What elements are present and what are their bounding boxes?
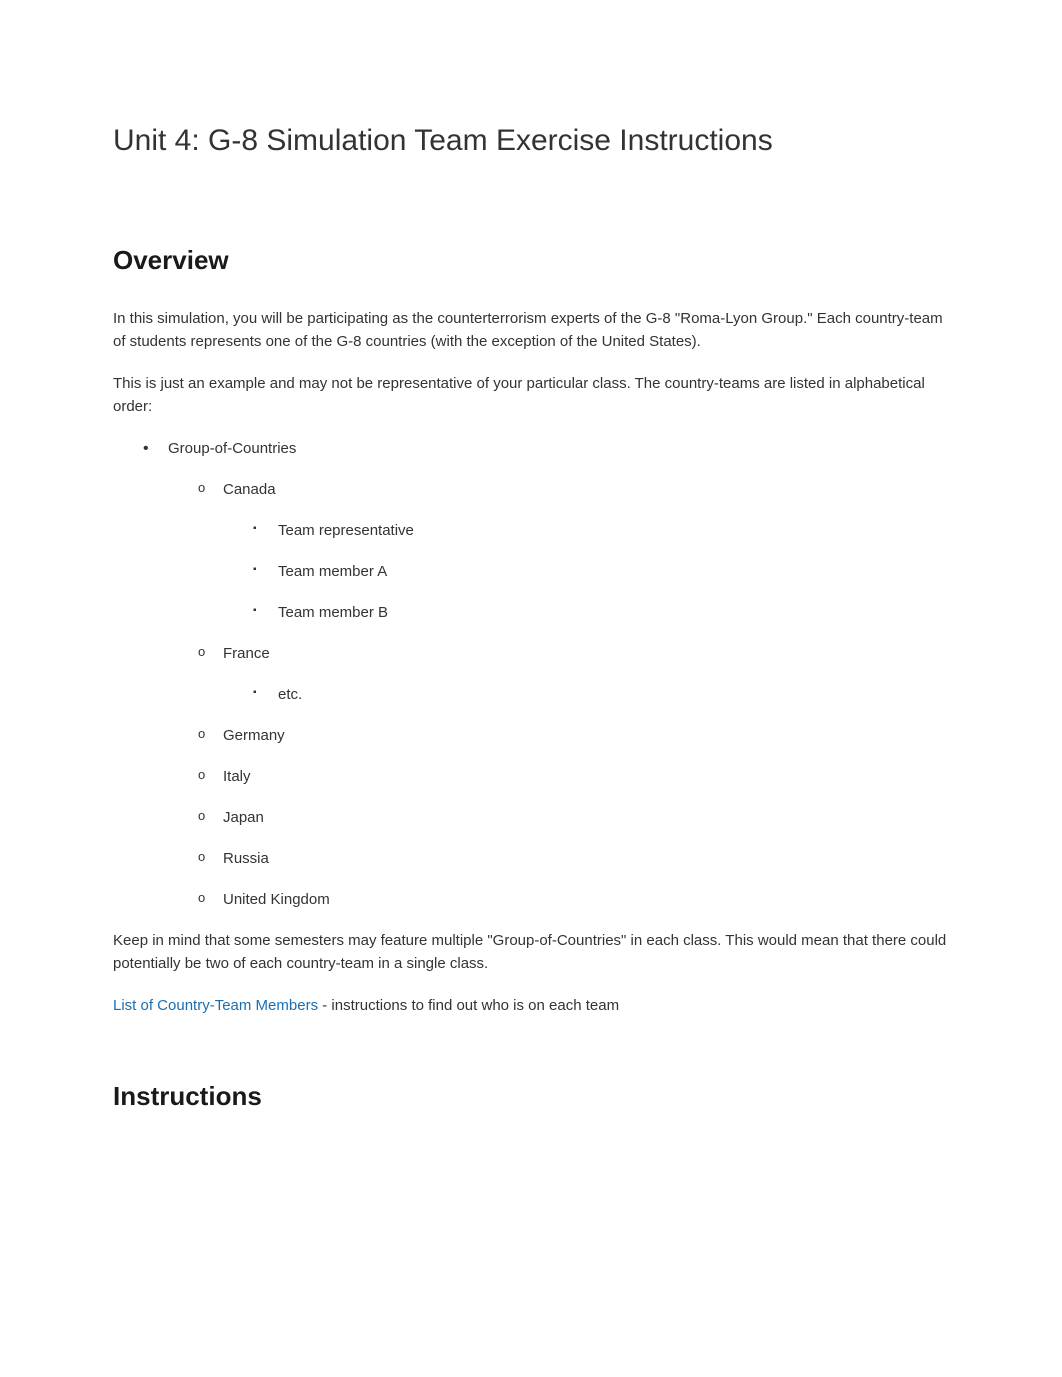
instructions-heading: Instructions: [113, 1078, 949, 1114]
list-item-member: Team member B: [253, 602, 949, 623]
page-title: Unit 4: G-8 Simulation Team Exercise Ins…: [113, 120, 949, 162]
overview-paragraph-2: This is just an example and may not be r…: [113, 373, 949, 418]
list-item-germany: Germany: [198, 725, 949, 746]
overview-paragraph-3: Keep in mind that some semesters may fea…: [113, 930, 949, 975]
country-team-members-link[interactable]: List of Country-Team Members: [113, 997, 318, 1014]
overview-paragraph-1: In this simulation, you will be particip…: [113, 308, 949, 353]
list-item-italy: Italy: [198, 766, 949, 787]
list-item-member: Team member A: [253, 561, 949, 582]
list-item-group: Group-of-Countries Canada Team represent…: [143, 438, 949, 910]
country-name: France: [223, 645, 270, 662]
list-item-uk: United Kingdom: [198, 889, 949, 910]
team-members-line: List of Country-Team Members - instructi…: [113, 995, 949, 1018]
list-item-japan: Japan: [198, 807, 949, 828]
list-item-member: Team representative: [253, 520, 949, 541]
list-item-france: France etc.: [198, 643, 949, 705]
group-label: Group-of-Countries: [168, 440, 296, 457]
list-item-canada: Canada Team representative Team member A…: [198, 479, 949, 623]
list-item-russia: Russia: [198, 848, 949, 869]
country-name: Canada: [223, 481, 276, 498]
link-suffix-text: - instructions to find out who is on eac…: [318, 997, 619, 1014]
overview-heading: Overview: [113, 242, 949, 278]
list-item-etc: etc.: [253, 684, 949, 705]
